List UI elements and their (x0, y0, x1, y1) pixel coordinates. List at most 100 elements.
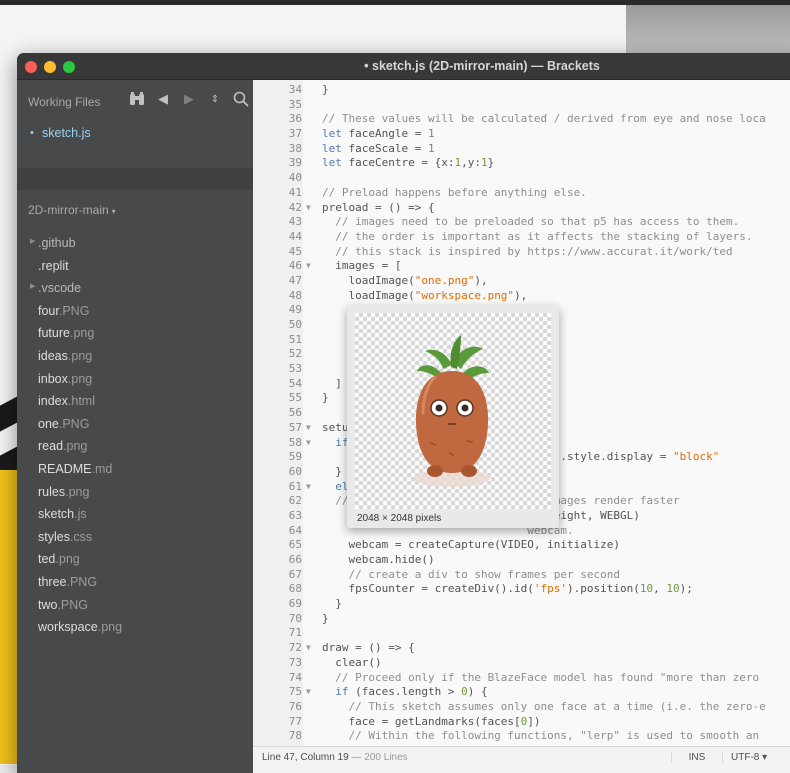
code-line[interactable]: 42 ▼ preload = () => { (253, 201, 790, 216)
line-number: 49 (288, 303, 302, 317)
line-number: 67 (288, 567, 302, 581)
tree-file[interactable]: index.html (17, 391, 253, 414)
code-token: preload = () => { (322, 200, 435, 214)
insert-mode-toggle[interactable]: INS (671, 752, 723, 763)
code-line[interactable]: 40 (253, 171, 790, 186)
code-token: ).position( (567, 582, 640, 596)
fold-arrow-icon[interactable]: ▼ (306, 436, 311, 451)
code-line[interactable]: 69 } (253, 597, 790, 612)
line-number: 70 (288, 611, 302, 625)
file-extension: .PNG (57, 597, 89, 612)
project-dropdown[interactable]: 2D-mirror-main ▾ (28, 203, 116, 217)
code-line[interactable]: 76 // This sketch assumes only one face … (253, 700, 790, 715)
code-line[interactable]: 34} (253, 83, 790, 98)
tree-file[interactable]: two.PNG (17, 595, 253, 618)
tree-file[interactable]: future.png (17, 323, 253, 346)
fold-arrow-icon[interactable]: ▼ (306, 480, 311, 495)
tree-file[interactable]: workspace.png (17, 617, 253, 640)
code-line[interactable]: 68 fpsCounter = createDiv().id('fps').po… (253, 582, 790, 597)
title-bar[interactable]: • sketch.js (2D-mirror-main) — Brackets (17, 53, 790, 80)
code-token: } (322, 597, 342, 611)
line-number: 42 (288, 200, 302, 214)
line-number: 64 (288, 523, 302, 537)
code-line[interactable]: 72 ▼ draw = () => { (253, 641, 790, 656)
file-extension: .PNG (58, 416, 90, 431)
code-token: (faces.length > (355, 685, 462, 699)
tree-file[interactable]: styles.css (17, 527, 253, 550)
code-line[interactable]: 66 webcam.hide() (253, 553, 790, 568)
file-base-name: three (38, 574, 67, 589)
fold-arrow-icon[interactable]: ▼ (306, 685, 311, 700)
tree-item-label: .replit (38, 259, 69, 273)
disclosure-arrow-icon[interactable]: ▶ (30, 237, 35, 245)
code-line[interactable]: 37 let faceAngle = 1 (253, 127, 790, 142)
status-bar: Line 47, Column 19 — 200 Lines INS UTF-8… (253, 746, 790, 773)
code-line[interactable]: 43 // images need to be preloaded so tha… (253, 215, 790, 230)
file-base-name: styles (38, 529, 70, 544)
cursor-position[interactable]: Line 47, Column 19 — 200 Lines (262, 752, 408, 763)
file-extension: .PNG (58, 303, 90, 318)
code-line[interactable]: 48 loadImage("workspace.png"), (253, 289, 790, 304)
tree-folder[interactable]: ▶ .github (17, 233, 253, 256)
code-line[interactable]: 38 let faceScale = 1 (253, 142, 790, 157)
working-file-item[interactable]: • sketch.js (17, 123, 253, 145)
code-line[interactable]: 45 // this stack is inspired by https://… (253, 245, 790, 260)
tree-file[interactable]: four.PNG (17, 301, 253, 324)
tree-folder[interactable]: ▶ .vscode (17, 278, 253, 301)
minimize-window-button[interactable] (44, 61, 56, 73)
code-token: } (322, 464, 342, 478)
code-line[interactable]: 71 (253, 626, 790, 641)
tree-file[interactable]: ted.png (17, 549, 253, 572)
file-extension: .html (67, 394, 95, 409)
tree-file[interactable]: three.PNG (17, 572, 253, 595)
disclosure-arrow-icon[interactable]: ▶ (30, 282, 35, 290)
encoding-dropdown[interactable]: UTF-8 ▾ (731, 752, 767, 763)
code-line[interactable]: 35 (253, 98, 790, 113)
code-line[interactable]: 46 ▼ images = [ (253, 259, 790, 274)
code-line[interactable]: 67 // create a div to show frames per se… (253, 568, 790, 583)
code-token: // this stack is inspired by https://www… (322, 244, 733, 258)
code-line[interactable]: 74 // Proceed only if the BlazeFace mode… (253, 671, 790, 686)
split-view-icon[interactable]: ⇕ (206, 90, 224, 108)
code-line[interactable]: 65 webcam = createCapture(VIDEO, initial… (253, 538, 790, 553)
tree-file[interactable]: .replit (17, 256, 253, 279)
code-line[interactable]: 77 face = getLandmarks(faces[0]) (253, 715, 790, 730)
code-line[interactable]: 73 clear() (253, 656, 790, 671)
tree-file[interactable]: rules.png (17, 482, 253, 505)
tree-file[interactable]: read.png (17, 436, 253, 459)
code-token: "workspace.png" (414, 288, 515, 302)
zoom-window-button[interactable] (63, 61, 75, 73)
fold-arrow-icon[interactable]: ▼ (306, 201, 311, 216)
line-number: 38 (288, 141, 302, 155)
close-window-button[interactable] (25, 61, 37, 73)
code-line[interactable]: 36 // These values will be calculated / d… (253, 112, 790, 127)
code-line[interactable]: 41 // Preload happens before anything els… (253, 186, 790, 201)
code-line[interactable]: 47 loadImage("one.png"), (253, 274, 790, 289)
line-number: 75 (288, 685, 302, 699)
tree-file[interactable]: sketch.js (17, 504, 253, 527)
line-number: 39 (288, 156, 302, 170)
code-token: // These values will be calculated / der… (322, 112, 766, 126)
back-arrow-icon[interactable]: ◀ (154, 90, 172, 108)
tree-file[interactable]: inbox.png (17, 369, 253, 392)
forward-arrow-icon[interactable]: ▶ (180, 90, 198, 108)
code-line[interactable]: 75 ▼ if (faces.length > 0) { (253, 685, 790, 700)
code-text: // the order is important as it affects … (322, 230, 752, 245)
fold-arrow-icon[interactable]: ▼ (306, 421, 311, 436)
tree-file[interactable]: ideas.png (17, 346, 253, 369)
binoculars-icon[interactable] (128, 90, 146, 108)
file-base-name: ted (38, 552, 56, 567)
line-number: 44 (288, 229, 302, 243)
tree-file[interactable]: README.md (17, 459, 253, 482)
tree-item-label: future.png (38, 326, 94, 340)
code-line[interactable]: 44 // the order is important as it affec… (253, 230, 790, 245)
code-line[interactable]: 39 let faceCentre = {x:1,y:1} (253, 156, 790, 171)
search-icon[interactable] (232, 90, 250, 108)
code-line[interactable]: 70} (253, 612, 790, 627)
tree-file[interactable]: one.PNG (17, 414, 253, 437)
fold-arrow-icon[interactable]: ▼ (306, 641, 311, 656)
code-line[interactable]: 78 // Within the following functions, "l… (253, 729, 790, 744)
fold-arrow-icon[interactable]: ▼ (306, 259, 311, 274)
